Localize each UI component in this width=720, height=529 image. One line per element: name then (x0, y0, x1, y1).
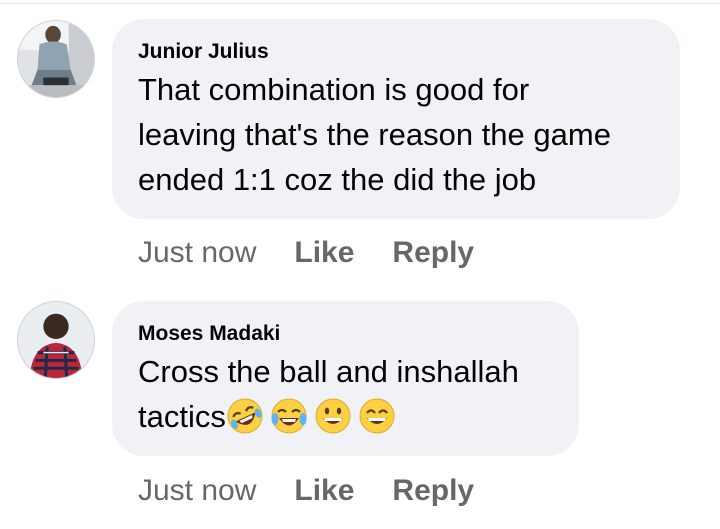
user-photo-avatar-icon (18, 21, 94, 97)
comment-text: That combination is good for leaving tha… (138, 72, 611, 197)
avatar[interactable] (17, 301, 95, 379)
rofl-emoji-icon (226, 397, 264, 435)
top-divider (0, 3, 720, 4)
comment-actions: Just now Like Reply (138, 474, 474, 508)
comment-author[interactable]: Junior Julius (138, 39, 654, 65)
comment-timestamp: Just now (138, 474, 257, 507)
like-button[interactable]: Like (294, 474, 354, 508)
comment-author[interactable]: Moses Madaki (138, 321, 553, 347)
smiling-eyes-emoji-icon (358, 397, 396, 435)
comment-bubble: Moses Madaki Cross the ball and inshalla… (112, 301, 579, 456)
comment-timestamp: Just now (138, 236, 257, 269)
user-photo-avatar-icon (18, 302, 94, 378)
avatar[interactable] (17, 20, 95, 98)
reply-button[interactable]: Reply (392, 236, 474, 270)
comment-text: Cross the ball and inshallah tactics (138, 349, 553, 439)
tears-of-joy-emoji-icon (270, 397, 308, 435)
like-button[interactable]: Like (294, 236, 354, 270)
comment-actions: Just now Like Reply (138, 236, 474, 270)
reply-button[interactable]: Reply (392, 474, 474, 508)
grinning-emoji-icon (314, 397, 352, 435)
comment-bubble: Junior Julius That combination is good f… (112, 19, 680, 219)
